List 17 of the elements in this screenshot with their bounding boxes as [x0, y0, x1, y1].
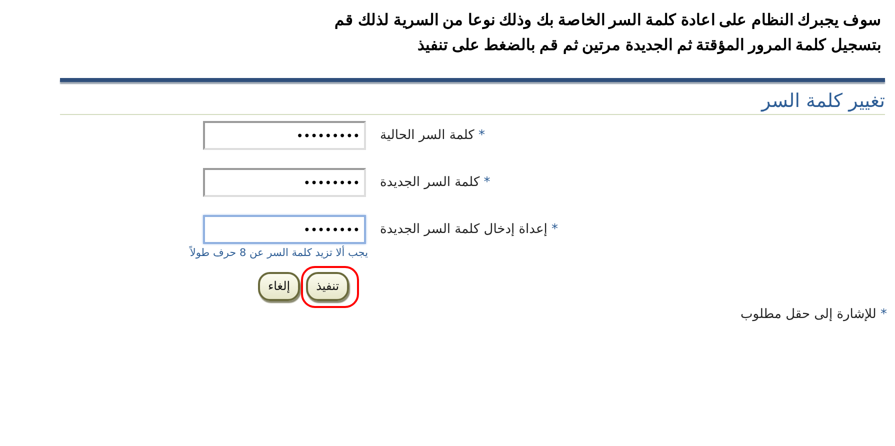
field-label: إعداة إدخال كلمة السر الجديدة	[380, 222, 548, 237]
field-label: كلمة السر الحالية	[380, 128, 474, 143]
password-field[interactable]: ••••••••	[203, 168, 366, 197]
required-note: للإشارة إلى حقل مطلوب	[740, 306, 876, 322]
instruction-text: بتسجيل كلمة المرور المؤقتة ثم الجديدة مرتين ثم قم بالضغط على تنفيذ	[416, 36, 881, 56]
required-mark: *	[552, 222, 558, 237]
instruction-text: سوف يجبرك النظام على اعادة كلمة السر الخاصة بك وذلك نوعا من السرية لذلك قم	[334, 11, 881, 32]
page-title: تغيير كلمة السر	[760, 89, 886, 114]
cancel-button[interactable]: إلغاء	[258, 272, 300, 301]
hint-text: يجب ألا تزيد كلمة السر عن 8 حرف طولاً	[190, 246, 368, 261]
required-mark: *	[484, 175, 490, 190]
submit-button[interactable]: تنفيذ	[306, 272, 350, 301]
password-field[interactable]: •••••••••	[203, 121, 366, 150]
required-mark: *	[478, 128, 486, 143]
password-field[interactable]: ••••••••	[203, 215, 366, 244]
required-mark: *	[880, 306, 887, 322]
field-label: كلمة السر الجديدة	[380, 175, 480, 190]
